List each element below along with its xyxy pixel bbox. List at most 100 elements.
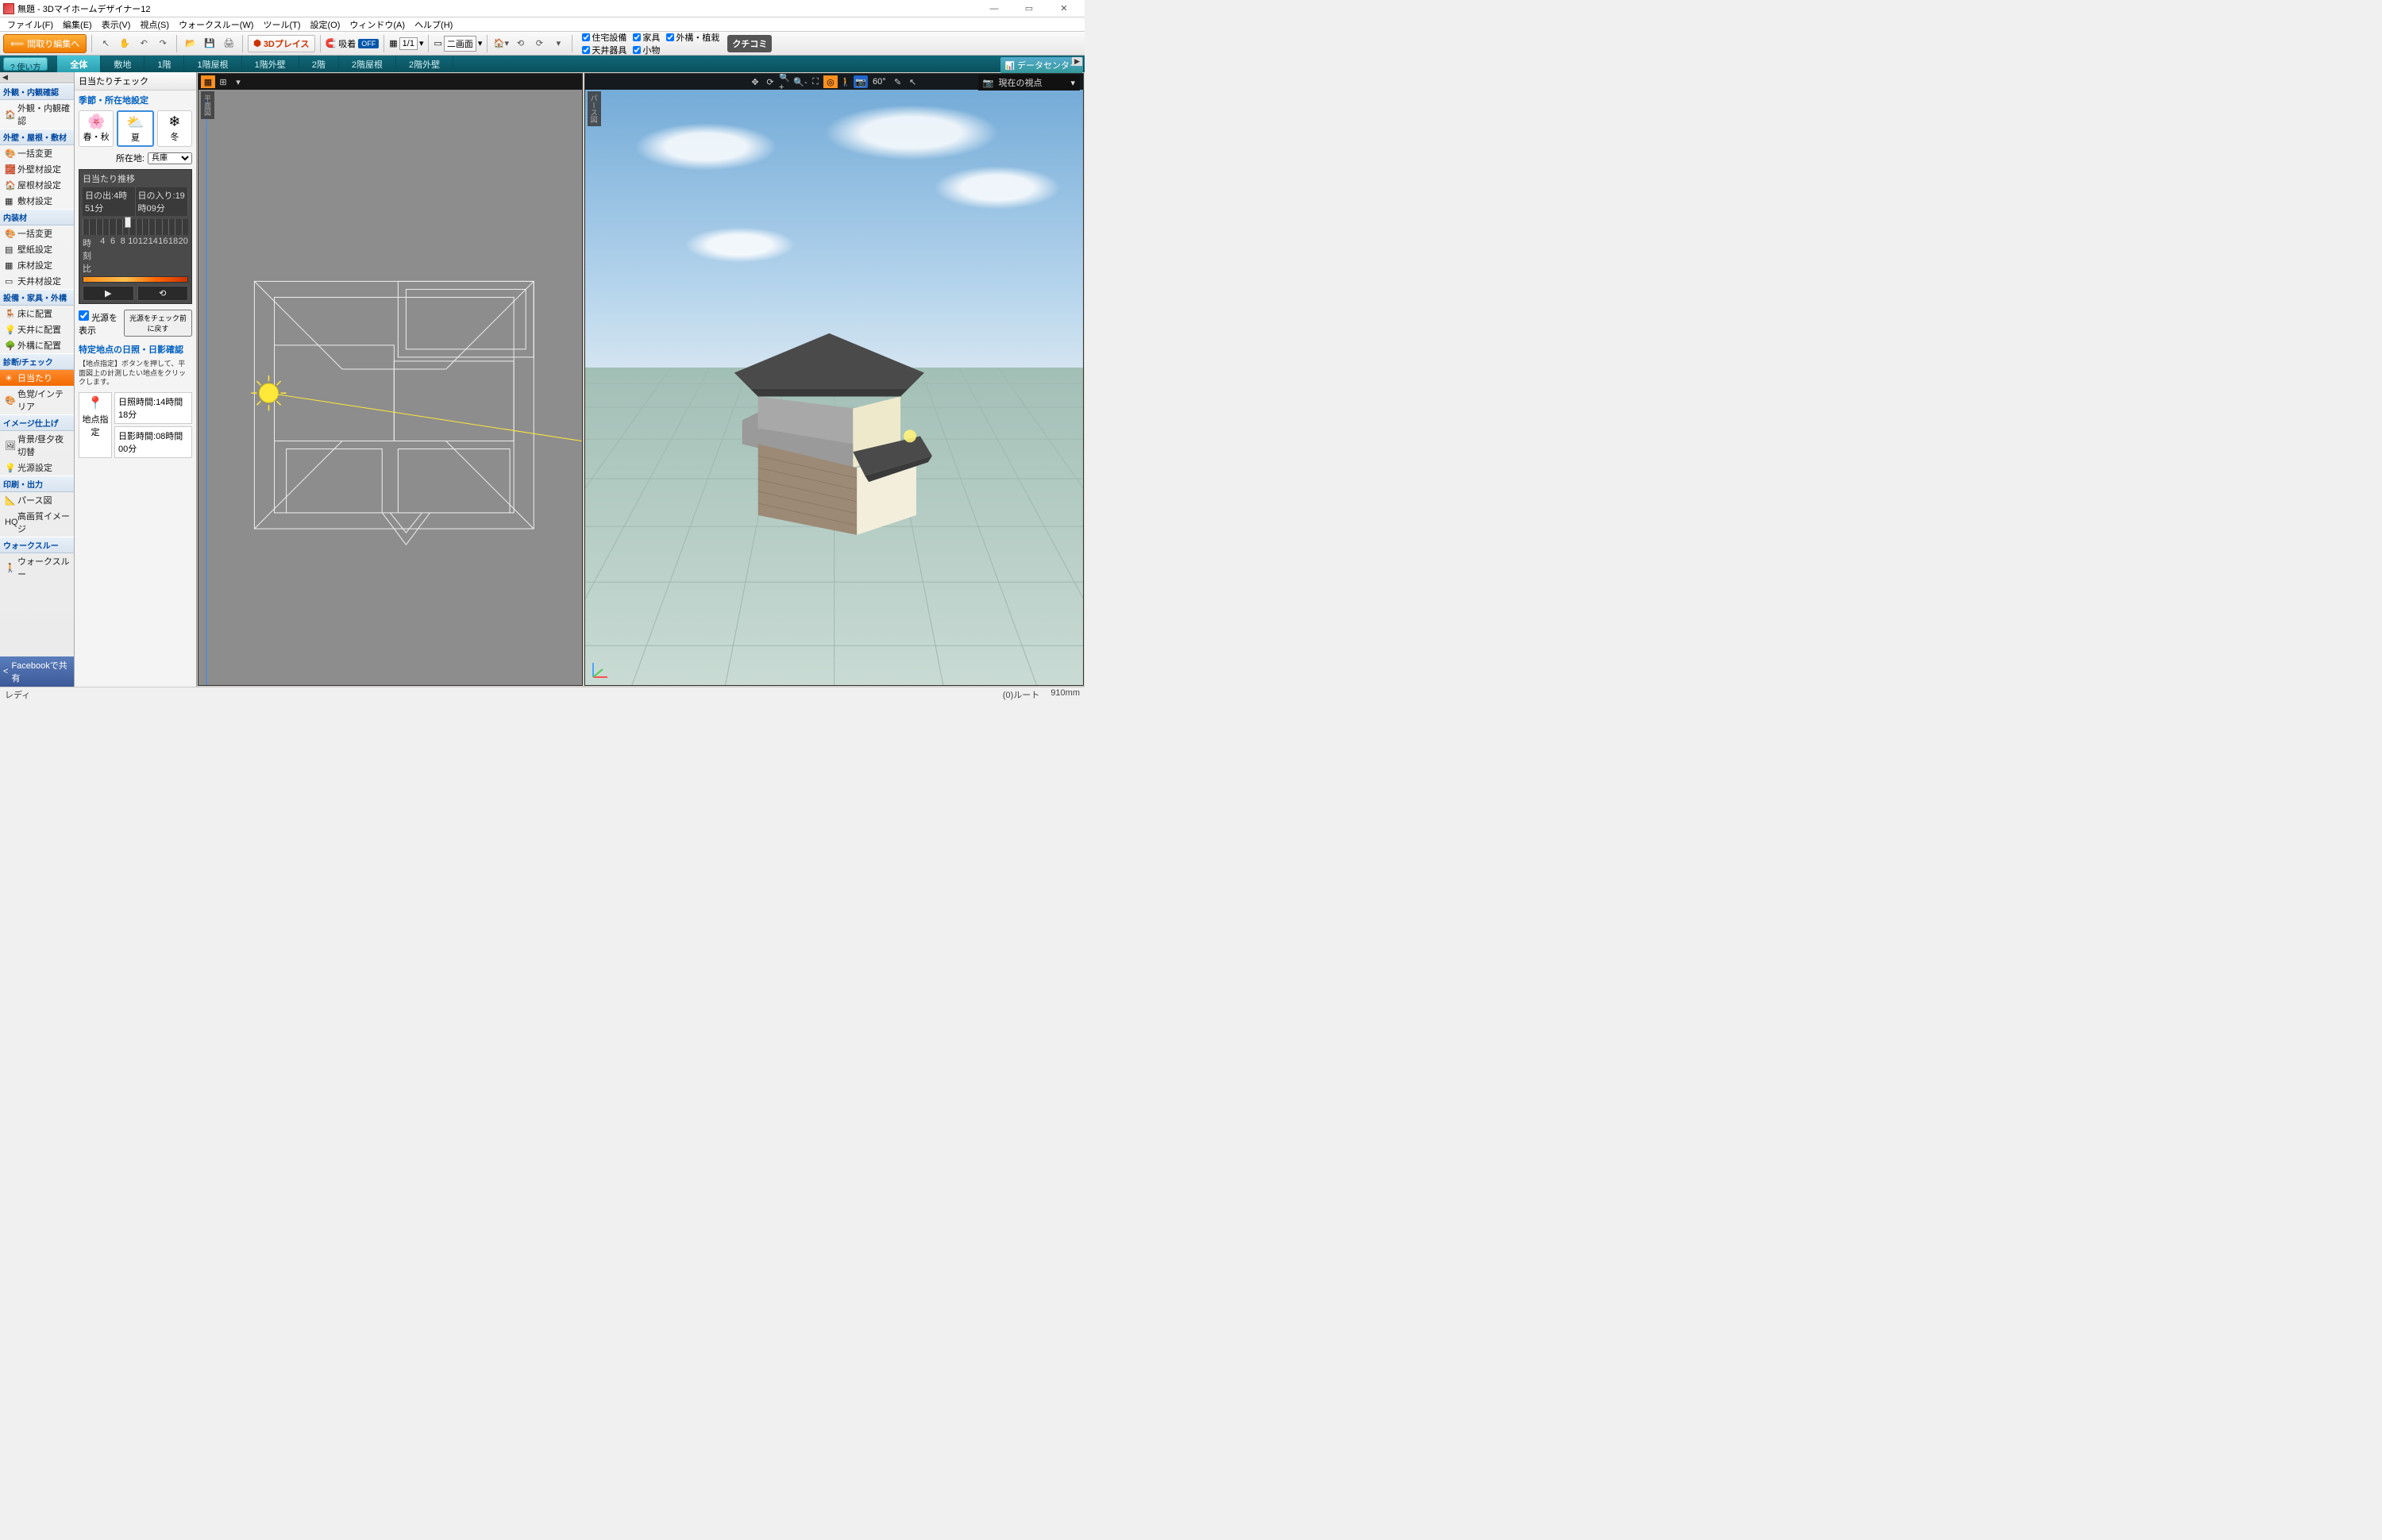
3d-viewport[interactable]: ✥ ⟳ 🔍+ 🔍- ⛶ ◎ 🚶 📷 60° ✎ ↖ 📷 現在の視点 ▾ パース図 xyxy=(584,73,1084,686)
tab-2f[interactable]: 2階 xyxy=(299,56,339,72)
layout-selector[interactable]: ▭二画面▾ xyxy=(434,36,482,52)
acc-item[interactable]: 🧱外壁材設定 xyxy=(0,161,74,177)
acc-header[interactable]: イメージ仕上げ xyxy=(0,414,74,431)
close-button[interactable]: ✕ xyxy=(1046,1,1081,17)
acc-item[interactable]: 🎨一括変更 xyxy=(0,225,74,241)
rotate-left-icon[interactable]: ⟲ xyxy=(511,35,529,52)
acc-header[interactable]: 内装材 xyxy=(0,209,74,225)
plan-dropdown-icon[interactable]: ▾ xyxy=(231,75,245,88)
pan-icon[interactable]: ✥ xyxy=(748,75,762,88)
picker-icon[interactable]: ↖ xyxy=(906,75,920,88)
plan-top-icon[interactable]: ▦ xyxy=(201,75,215,88)
menu-file[interactable]: ファイル(F) xyxy=(3,17,57,32)
home-icon[interactable]: 🏠▾ xyxy=(492,35,510,52)
how-to-use-button[interactable]: ? 使い方 xyxy=(3,57,48,71)
acc-item[interactable]: ▤壁紙設定 xyxy=(0,241,74,257)
print-icon[interactable]: 🖨 xyxy=(220,35,237,52)
menu-help[interactable]: ヘルプ(H) xyxy=(410,17,457,32)
collapse-left-button[interactable]: ◀ xyxy=(0,72,74,83)
undo-icon[interactable]: ↶ xyxy=(135,35,152,52)
loop-button[interactable]: ⟲ xyxy=(137,286,189,301)
location-select[interactable]: 兵庫 xyxy=(148,152,192,164)
tab-all[interactable]: 全体 xyxy=(57,56,101,72)
season-button[interactable]: ❄冬 xyxy=(157,110,192,147)
acc-item[interactable]: ▦敷材設定 xyxy=(0,193,74,209)
page-selector[interactable]: ▦1/1▾ xyxy=(389,37,423,50)
show-light-check[interactable]: 光源を表示 xyxy=(79,310,121,337)
collapse-right-button[interactable]: ▶ xyxy=(1072,57,1082,66)
acc-header[interactable]: 印刷・出力 xyxy=(0,475,74,492)
acc-item[interactable]: 🏠外観・内観確認 xyxy=(0,100,74,129)
season-button[interactable]: ⛅夏 xyxy=(117,110,153,147)
acc-item[interactable]: 🎨色覚/インテリア xyxy=(0,386,74,414)
open-icon[interactable]: 📂 xyxy=(182,35,199,52)
tab-1f[interactable]: 1階 xyxy=(145,56,184,72)
acc-item[interactable]: 🌳外構に配置 xyxy=(0,337,74,353)
spot-pick-button[interactable]: 📍 地点指定 xyxy=(79,392,112,458)
acc-item[interactable]: 💡光源設定 xyxy=(0,460,74,475)
check-ceiling[interactable]: 天井器具 xyxy=(582,44,626,56)
acc-item[interactable]: 🖼背景/昼夕夜切替 xyxy=(0,431,74,460)
walk-icon[interactable]: 🚶 xyxy=(838,75,853,88)
reset-light-button[interactable]: 光源をチェック前に戻す xyxy=(124,310,192,337)
zoom-out-icon[interactable]: 🔍- xyxy=(793,75,807,88)
kuchikomi-button[interactable]: クチコミ xyxy=(727,35,772,52)
check-furniture[interactable]: 家具 xyxy=(633,31,660,44)
datacenter-button[interactable]: 📊 データセンター xyxy=(1000,57,1083,73)
menu-edit[interactable]: 編集(E) xyxy=(59,17,96,32)
cursor-icon[interactable]: ↖ xyxy=(97,35,114,52)
check-small[interactable]: 小物 xyxy=(633,44,660,56)
acc-header[interactable]: 外壁・屋根・敷材 xyxy=(0,129,74,145)
facebook-share-button[interactable]: < Facebookで共有 xyxy=(0,656,74,687)
menu-view[interactable]: 表示(V) xyxy=(98,17,135,32)
acc-item[interactable]: HQ高画質イメージ xyxy=(0,508,74,537)
target-icon[interactable]: ◎ xyxy=(823,75,838,88)
3dplace-button[interactable]: ⬢ 3Dプレイス xyxy=(248,35,314,52)
dropdown-icon[interactable]: ▾ xyxy=(549,35,567,52)
zoom-in-icon[interactable]: 🔍+ xyxy=(778,75,792,88)
acc-item[interactable]: ▭天井材設定 xyxy=(0,273,74,289)
plan-viewport[interactable]: ▦ ⊞ ▾ 平面図 xyxy=(198,73,583,686)
check-exterior[interactable]: 外構・植栽 xyxy=(666,31,719,44)
acc-header[interactable]: 診断/チェック xyxy=(0,353,74,370)
menu-viewpoint[interactable]: 視点(S) xyxy=(136,17,173,32)
acc-item[interactable]: 🪑床に配置 xyxy=(0,306,74,321)
tab-site[interactable]: 敷地 xyxy=(101,56,145,72)
snap-toggle[interactable]: 🧲吸着OFF xyxy=(326,37,380,50)
save-icon[interactable]: 💾 xyxy=(201,35,218,52)
acc-item[interactable]: 🎨一括変更 xyxy=(0,145,74,161)
acc-item[interactable]: 🚶ウォークスルー xyxy=(0,553,74,582)
acc-item[interactable]: 🏠屋根材設定 xyxy=(0,177,74,193)
hand-icon[interactable]: ✋ xyxy=(116,35,133,52)
slider-thumb[interactable] xyxy=(125,217,131,228)
camera-icon[interactable]: 📷 xyxy=(983,78,994,88)
acc-item[interactable]: ▦床材設定 xyxy=(0,257,74,273)
orbit-icon[interactable]: ⟳ xyxy=(763,75,777,88)
acc-header[interactable]: 外観・内観確認 xyxy=(0,83,74,100)
menu-settings[interactable]: 設定(O) xyxy=(306,17,345,32)
season-button[interactable]: 🌸春・秋 xyxy=(79,110,114,147)
eyedrop-icon[interactable]: ✎ xyxy=(891,75,905,88)
minimize-button[interactable]: — xyxy=(977,1,1012,17)
tab-1f-wall[interactable]: 1階外壁 xyxy=(242,56,299,72)
acc-header[interactable]: 設備・家具・外構 xyxy=(0,289,74,306)
check-equipment[interactable]: 住宅設備 xyxy=(582,31,626,44)
acc-item[interactable]: ☀日当たり xyxy=(0,370,74,386)
play-button[interactable]: ▶ xyxy=(83,286,134,301)
rotate-right-icon[interactable]: ⟳ xyxy=(530,35,548,52)
fit-icon[interactable]: ⛶ xyxy=(808,75,823,88)
snapshot-dropdown-icon[interactable]: ▾ xyxy=(1070,78,1075,88)
redo-icon[interactable]: ↷ xyxy=(154,35,172,52)
menu-tool[interactable]: ツール(T) xyxy=(259,17,304,32)
plan-ortho-icon[interactable]: ⊞ xyxy=(216,75,230,88)
fov-icon[interactable]: 📷 xyxy=(854,75,868,88)
menu-walkthrough[interactable]: ウォークスルー(W) xyxy=(175,17,257,32)
back-to-floorplan-button[interactable]: ⟸ 間取り編集へ xyxy=(3,34,87,53)
acc-header[interactable]: ウォークスルー xyxy=(0,537,74,553)
tab-2f-wall[interactable]: 2階外壁 xyxy=(396,56,453,72)
tab-2f-roof[interactable]: 2階屋根 xyxy=(339,56,396,72)
acc-item[interactable]: 📐パース図 xyxy=(0,492,74,508)
time-slider[interactable] xyxy=(83,219,188,235)
tab-1f-roof[interactable]: 1階屋根 xyxy=(184,56,241,72)
acc-item[interactable]: 💡天井に配置 xyxy=(0,321,74,337)
